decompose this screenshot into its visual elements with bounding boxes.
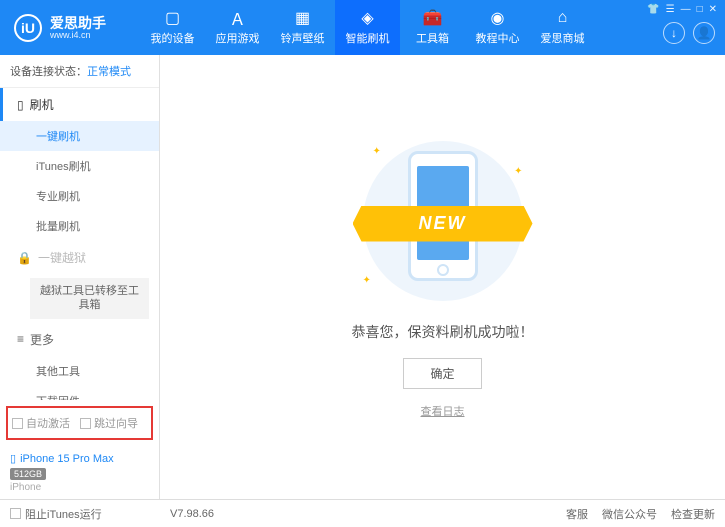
sidebar-item-download-firmware[interactable]: 下载固件 bbox=[0, 386, 159, 400]
nav-smart-flash[interactable]: ◈智能刷机 bbox=[335, 0, 400, 55]
device-type: iPhone bbox=[10, 482, 149, 493]
store-icon: ⌂ bbox=[554, 9, 572, 27]
group-flash[interactable]: ▯刷机 bbox=[0, 88, 159, 121]
main-content: NEW ✦ ✦ ✦ 恭喜您，保资料刷机成功啦！ 确定 查看日志 bbox=[160, 55, 725, 499]
flash-icon: ◈ bbox=[359, 9, 377, 27]
close-button[interactable]: ✕ bbox=[709, 4, 717, 15]
checkbox-block-itunes[interactable]: 阻止iTunes运行 bbox=[10, 506, 102, 522]
nav-toolbox[interactable]: 🧰工具箱 bbox=[400, 0, 465, 55]
sidebar-item-other-tools[interactable]: 其他工具 bbox=[0, 356, 159, 386]
footer-check-update[interactable]: 检查更新 bbox=[671, 506, 715, 522]
view-log-link[interactable]: 查看日志 bbox=[421, 403, 465, 419]
logo-icon: iU bbox=[14, 14, 42, 42]
minimize-button[interactable]: — bbox=[681, 4, 691, 15]
toolbox-icon: 🧰 bbox=[424, 9, 442, 27]
group-more[interactable]: ≡更多 bbox=[0, 323, 159, 356]
tutorial-icon: ◉ bbox=[489, 9, 507, 27]
footer: 阻止iTunes运行 V7.98.66 客服 微信公众号 检查更新 bbox=[0, 499, 725, 527]
group-jailbreak: 🔒一键越狱 bbox=[0, 241, 159, 274]
phone-icon: ▢ bbox=[164, 9, 182, 27]
nav-ringtones[interactable]: ▦铃声壁纸 bbox=[270, 0, 335, 55]
nav-tutorials[interactable]: ◉教程中心 bbox=[465, 0, 530, 55]
sidebar-item-oneclick-flash[interactable]: 一键刷机 bbox=[0, 121, 159, 151]
footer-support[interactable]: 客服 bbox=[566, 506, 588, 522]
storage-badge: 512GB bbox=[10, 468, 46, 480]
new-ribbon: NEW bbox=[353, 206, 533, 242]
user-button[interactable]: 👤 bbox=[693, 22, 715, 44]
version-label: V7.98.66 bbox=[170, 508, 214, 520]
window-controls: 👕 ☰ — □ ✕ bbox=[647, 4, 717, 15]
logo: iU 爱思助手 www.i4.cn bbox=[0, 14, 120, 42]
checkbox-auto-activate[interactable]: 自动激活 bbox=[12, 415, 70, 431]
success-illustration: NEW ✦ ✦ ✦ bbox=[343, 136, 543, 306]
nav-apps-games[interactable]: Ａ应用游戏 bbox=[205, 0, 270, 55]
wallpaper-icon: ▦ bbox=[294, 9, 312, 27]
device-info: ▯iPhone 15 Pro Max 512GB iPhone bbox=[0, 446, 159, 499]
device-name[interactable]: ▯iPhone 15 Pro Max bbox=[10, 452, 149, 465]
apps-icon: Ａ bbox=[229, 9, 247, 27]
app-title: 爱思助手 bbox=[50, 16, 106, 30]
menu-button[interactable]: ☰ bbox=[666, 4, 675, 15]
device-icon: ▯ bbox=[17, 98, 24, 112]
top-nav: ▢我的设备 Ａ应用游戏 ▦铃声壁纸 ◈智能刷机 🧰工具箱 ◉教程中心 ⌂爱思商城 bbox=[140, 0, 595, 55]
checkbox-skip-guide[interactable]: 跳过向导 bbox=[80, 415, 138, 431]
ok-button[interactable]: 确定 bbox=[403, 358, 481, 389]
options-highlighted-box: 自动激活 跳过向导 bbox=[6, 406, 153, 440]
skin-button[interactable]: 👕 bbox=[647, 4, 659, 15]
nav-store[interactable]: ⌂爱思商城 bbox=[530, 0, 595, 55]
connection-status: 设备连接状态：正常模式 bbox=[0, 55, 159, 88]
phone-small-icon: ▯ bbox=[10, 452, 16, 465]
sidebar: 设备连接状态：正常模式 ▯刷机 一键刷机 iTunes刷机 专业刷机 批量刷机 … bbox=[0, 55, 160, 499]
app-subtitle: www.i4.cn bbox=[50, 30, 106, 40]
footer-wechat[interactable]: 微信公众号 bbox=[602, 506, 657, 522]
app-header: iU 爱思助手 www.i4.cn ▢我的设备 Ａ应用游戏 ▦铃声壁纸 ◈智能刷… bbox=[0, 0, 725, 55]
jailbreak-moved-note: 越狱工具已转移至工具箱 bbox=[30, 278, 149, 319]
more-icon: ≡ bbox=[17, 332, 24, 346]
download-button[interactable]: ↓ bbox=[663, 22, 685, 44]
sidebar-item-itunes-flash[interactable]: iTunes刷机 bbox=[0, 151, 159, 181]
maximize-button[interactable]: □ bbox=[697, 4, 703, 15]
nav-my-device[interactable]: ▢我的设备 bbox=[140, 0, 205, 55]
success-message: 恭喜您，保资料刷机成功啦！ bbox=[352, 322, 534, 342]
sidebar-item-batch-flash[interactable]: 批量刷机 bbox=[0, 211, 159, 241]
sidebar-item-pro-flash[interactable]: 专业刷机 bbox=[0, 181, 159, 211]
lock-icon: 🔒 bbox=[17, 251, 32, 265]
